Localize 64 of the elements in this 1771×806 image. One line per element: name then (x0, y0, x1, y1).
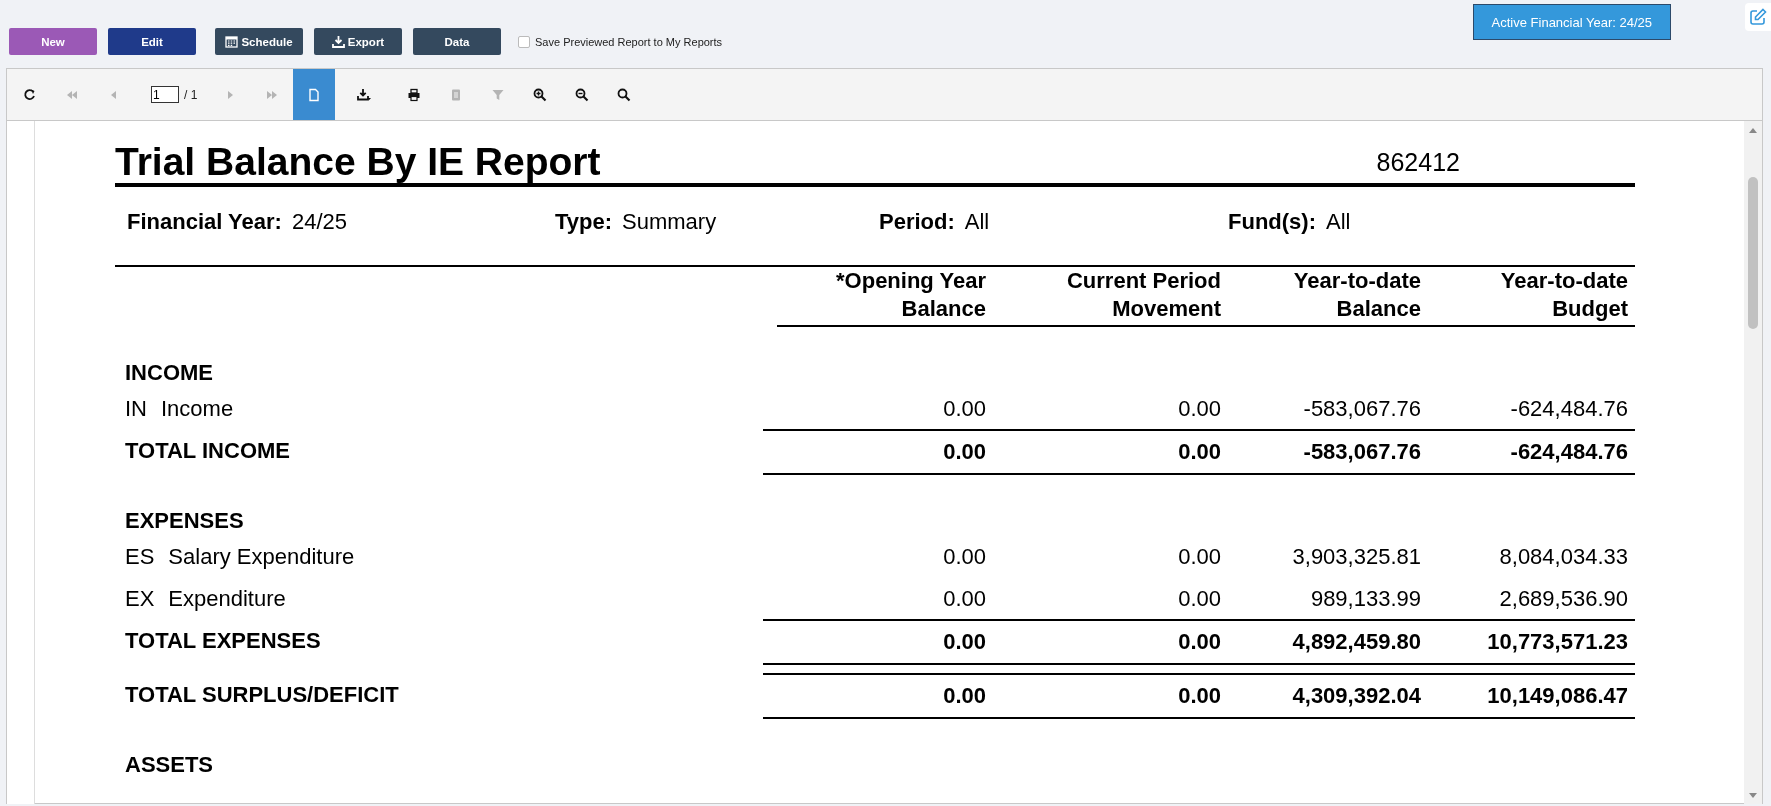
account-code: ES (125, 544, 155, 569)
filter-value: 24/25 (291, 209, 347, 236)
section-heading: INCOME (124, 359, 214, 387)
total-cell: 0.00 (763, 619, 993, 665)
scrollbar[interactable] (1744, 121, 1762, 804)
table-cell-text: 3,903,325.81 (1291, 543, 1422, 571)
total-cell: -624,484.76 (1428, 429, 1635, 475)
table-cell-text: -624,484.76 (1509, 395, 1629, 423)
account-code: EX (125, 586, 155, 611)
table-cell-text: 989,133.99 (1309, 585, 1422, 613)
total-label: TOTAL SURPLUS/DEFICIT (124, 681, 400, 709)
save-checkbox[interactable] (518, 35, 530, 48)
table-cell-text: 0.00 (942, 395, 987, 423)
save-option-label: Save Previewed Report to My Reports (535, 35, 723, 48)
total-cell: 0.00 (993, 673, 1228, 719)
download-icon (331, 35, 345, 48)
toolbar-button[interactable]: Data (413, 28, 501, 55)
report-number: 862412 (1376, 148, 1460, 178)
page-count: / 1 (184, 87, 198, 102)
total-cell: -583,067.76 (1228, 429, 1428, 475)
toolbar-button[interactable]: New (9, 28, 97, 55)
filter-value: Summary (622, 209, 717, 236)
report-title: Trial Balance By IE Report (115, 142, 601, 181)
table-cell-text: 8,084,034.33 (1498, 543, 1629, 571)
edit-icon[interactable] (1745, 3, 1771, 31)
table-cell-text: 0.00 (1177, 395, 1222, 423)
account-name: Expenditure (168, 586, 286, 611)
total-cell: 4,309,392.04 (1228, 673, 1428, 719)
filter-label: Type: (555, 209, 613, 236)
filter-value: All (964, 209, 990, 236)
table-cell-text: 0.00 (942, 543, 987, 571)
total-cell: 10,149,086.47 (1428, 673, 1635, 719)
table-cell-text: 2,689,536.90 (1498, 585, 1629, 613)
total-label: TOTAL EXPENSES (124, 627, 322, 655)
toolbar-button[interactable]: Schedule (215, 28, 303, 55)
toolbar-button[interactable]: Edit (108, 28, 196, 55)
total-cell: 0.00 (763, 673, 993, 719)
page-number-field[interactable]: 1 (151, 86, 179, 103)
total-cell: 0.00 (993, 619, 1228, 665)
account-name: Salary Expenditure (168, 544, 355, 569)
total-cell: 10,773,571.23 (1428, 619, 1635, 665)
filter-label: Period: (879, 209, 955, 236)
table-cell-text: -583,067.76 (1302, 395, 1422, 423)
section-heading: ASSETS (124, 751, 215, 779)
table-cell-text: 0.00 (1177, 585, 1222, 613)
toolbar-button[interactable]: Export (314, 28, 402, 55)
column-header: Year-to-date Balance (1228, 267, 1428, 327)
table-cell-text: 0.00 (942, 585, 987, 613)
total-label: TOTAL INCOME (124, 437, 291, 465)
filter-label: Fund(s): (1228, 209, 1316, 236)
total-cell: 4,892,459.80 (1228, 619, 1428, 665)
table-cell-text: 0.00 (1177, 543, 1222, 571)
column-header: Year-to-date Budget (1428, 267, 1635, 327)
account-name: Income (161, 396, 234, 421)
filter-label: Financial Year: (127, 209, 282, 236)
account-code: IN (125, 396, 147, 421)
total-cell: 0.00 (993, 429, 1228, 475)
section-heading: EXPENSES (124, 507, 245, 535)
column-header: Current Period Movement (993, 267, 1228, 327)
filter-value: All (1325, 209, 1351, 236)
single-page-tool-button[interactable] (293, 69, 336, 120)
column-header: *Opening Year Balance (777, 267, 993, 327)
calendar-icon (225, 35, 239, 48)
total-cell: 0.00 (763, 429, 993, 475)
